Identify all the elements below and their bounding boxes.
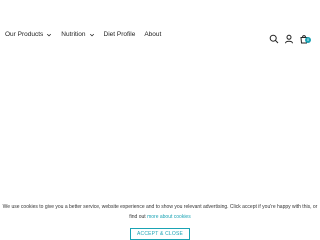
user-icon[interactable] — [284, 31, 294, 44]
cart-count-badge: 0 — [305, 37, 311, 43]
nav-item-label: Nutrition — [61, 31, 86, 38]
main-nav: Our Products Nutrition Diet Profile Abou… — [5, 31, 170, 38]
cart-icon[interactable]: 0 — [299, 31, 311, 44]
site-header: Our Products Nutrition Diet Profile Abou… — [0, 0, 320, 72]
cookie-banner: We use cookies to give you a better serv… — [0, 200, 320, 240]
accept-close-button[interactable]: ACCEPT & CLOSE — [129, 228, 191, 240]
chevron-down-icon — [47, 33, 52, 36]
nav-item-nutrition[interactable]: Nutrition — [61, 31, 94, 38]
cookie-message: We use cookies to give you a better serv… — [0, 200, 320, 222]
nav-item-diet-profile[interactable]: Diet Profile — [104, 31, 136, 38]
nav-item-about[interactable]: About — [144, 31, 161, 38]
search-icon[interactable] — [269, 31, 279, 44]
nav-item-label: Diet Profile — [103, 31, 136, 38]
header-actions: 0 — [264, 31, 311, 44]
main-content — [0, 72, 320, 192]
nav-item-label: About — [144, 31, 162, 38]
nav-item-our-products[interactable]: Our Products — [5, 31, 52, 38]
chevron-down-icon — [89, 33, 94, 36]
nav-item-label: Our Products — [5, 31, 44, 38]
cookie-info-link[interactable]: more about cookies — [147, 214, 191, 220]
